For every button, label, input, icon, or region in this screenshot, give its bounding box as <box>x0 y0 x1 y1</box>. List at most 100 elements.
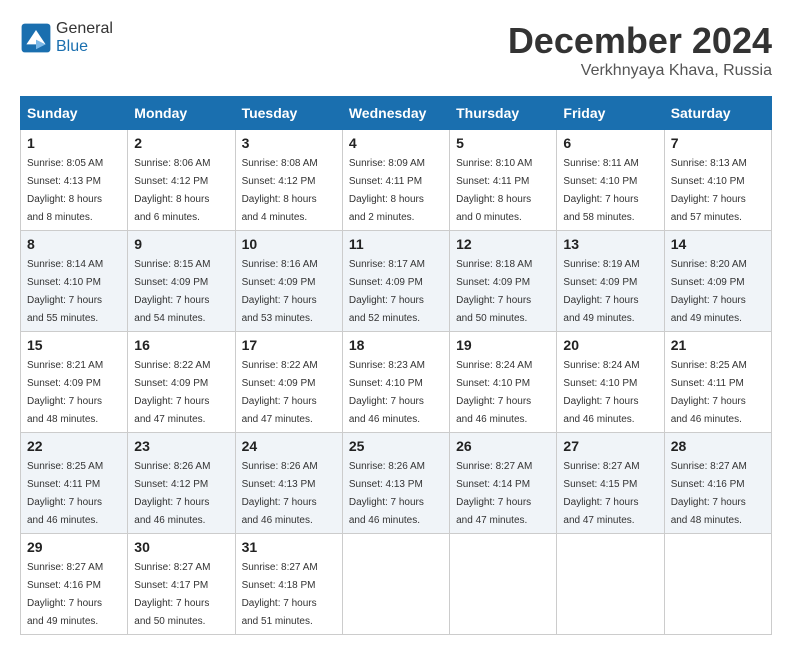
day-info: Sunrise: 8:24 AMSunset: 4:10 PMDaylight:… <box>563 360 639 425</box>
day-number: 10 <box>242 236 336 252</box>
table-row <box>450 534 557 635</box>
col-thursday: Thursday <box>450 97 557 130</box>
day-info: Sunrise: 8:17 AMSunset: 4:09 PMDaylight:… <box>349 259 425 324</box>
day-number: 7 <box>671 135 765 151</box>
table-row: 1 Sunrise: 8:05 AMSunset: 4:13 PMDayligh… <box>21 130 128 231</box>
table-row: 24 Sunrise: 8:26 AMSunset: 4:13 PMDaylig… <box>235 433 342 534</box>
table-row: 22 Sunrise: 8:25 AMSunset: 4:11 PMDaylig… <box>21 433 128 534</box>
table-row: 25 Sunrise: 8:26 AMSunset: 4:13 PMDaylig… <box>342 433 449 534</box>
table-row <box>342 534 449 635</box>
table-row: 9 Sunrise: 8:15 AMSunset: 4:09 PMDayligh… <box>128 231 235 332</box>
month-title: December 2024 <box>508 20 772 62</box>
day-info: Sunrise: 8:15 AMSunset: 4:09 PMDaylight:… <box>134 259 210 324</box>
table-row: 29 Sunrise: 8:27 AMSunset: 4:16 PMDaylig… <box>21 534 128 635</box>
page-header: General Blue December 2024 Verkhnyaya Kh… <box>20 20 772 80</box>
day-number: 3 <box>242 135 336 151</box>
day-info: Sunrise: 8:19 AMSunset: 4:09 PMDaylight:… <box>563 259 639 324</box>
calendar-week-row: 29 Sunrise: 8:27 AMSunset: 4:16 PMDaylig… <box>21 534 772 635</box>
table-row <box>557 534 664 635</box>
day-info: Sunrise: 8:26 AMSunset: 4:13 PMDaylight:… <box>242 461 318 526</box>
table-row: 12 Sunrise: 8:18 AMSunset: 4:09 PMDaylig… <box>450 231 557 332</box>
table-row: 2 Sunrise: 8:06 AMSunset: 4:12 PMDayligh… <box>128 130 235 231</box>
table-row: 28 Sunrise: 8:27 AMSunset: 4:16 PMDaylig… <box>664 433 771 534</box>
day-number: 17 <box>242 337 336 353</box>
table-row: 7 Sunrise: 8:13 AMSunset: 4:10 PMDayligh… <box>664 130 771 231</box>
day-number: 19 <box>456 337 550 353</box>
table-row: 16 Sunrise: 8:22 AMSunset: 4:09 PMDaylig… <box>128 332 235 433</box>
logo: General Blue <box>20 20 113 56</box>
col-monday: Monday <box>128 97 235 130</box>
table-row: 17 Sunrise: 8:22 AMSunset: 4:09 PMDaylig… <box>235 332 342 433</box>
day-number: 15 <box>27 337 121 353</box>
day-number: 23 <box>134 438 228 454</box>
day-info: Sunrise: 8:10 AMSunset: 4:11 PMDaylight:… <box>456 158 532 223</box>
day-info: Sunrise: 8:11 AMSunset: 4:10 PMDaylight:… <box>563 158 638 223</box>
col-wednesday: Wednesday <box>342 97 449 130</box>
day-info: Sunrise: 8:27 AMSunset: 4:14 PMDaylight:… <box>456 461 532 526</box>
table-row: 31 Sunrise: 8:27 AMSunset: 4:18 PMDaylig… <box>235 534 342 635</box>
day-number: 6 <box>563 135 657 151</box>
table-row: 19 Sunrise: 8:24 AMSunset: 4:10 PMDaylig… <box>450 332 557 433</box>
day-number: 25 <box>349 438 443 454</box>
day-number: 18 <box>349 337 443 353</box>
day-number: 4 <box>349 135 443 151</box>
table-row: 20 Sunrise: 8:24 AMSunset: 4:10 PMDaylig… <box>557 332 664 433</box>
day-info: Sunrise: 8:27 AMSunset: 4:15 PMDaylight:… <box>563 461 639 526</box>
day-info: Sunrise: 8:05 AMSunset: 4:13 PMDaylight:… <box>27 158 103 223</box>
day-info: Sunrise: 8:18 AMSunset: 4:09 PMDaylight:… <box>456 259 532 324</box>
day-info: Sunrise: 8:25 AMSunset: 4:11 PMDaylight:… <box>671 360 747 425</box>
location-text: Verkhnyaya Khava, Russia <box>508 62 772 80</box>
day-number: 28 <box>671 438 765 454</box>
day-number: 31 <box>242 539 336 555</box>
col-saturday: Saturday <box>664 97 771 130</box>
table-row <box>664 534 771 635</box>
day-info: Sunrise: 8:22 AMSunset: 4:09 PMDaylight:… <box>134 360 210 425</box>
day-number: 11 <box>349 236 443 252</box>
day-info: Sunrise: 8:23 AMSunset: 4:10 PMDaylight:… <box>349 360 425 425</box>
table-row: 13 Sunrise: 8:19 AMSunset: 4:09 PMDaylig… <box>557 231 664 332</box>
day-number: 16 <box>134 337 228 353</box>
day-number: 21 <box>671 337 765 353</box>
calendar-week-row: 22 Sunrise: 8:25 AMSunset: 4:11 PMDaylig… <box>21 433 772 534</box>
logo-blue-text: Blue <box>56 38 88 55</box>
day-number: 13 <box>563 236 657 252</box>
day-info: Sunrise: 8:27 AMSunset: 4:17 PMDaylight:… <box>134 562 210 627</box>
day-info: Sunrise: 8:06 AMSunset: 4:12 PMDaylight:… <box>134 158 210 223</box>
day-info: Sunrise: 8:27 AMSunset: 4:18 PMDaylight:… <box>242 562 318 627</box>
day-info: Sunrise: 8:14 AMSunset: 4:10 PMDaylight:… <box>27 259 103 324</box>
day-number: 5 <box>456 135 550 151</box>
table-row: 18 Sunrise: 8:23 AMSunset: 4:10 PMDaylig… <box>342 332 449 433</box>
table-row: 10 Sunrise: 8:16 AMSunset: 4:09 PMDaylig… <box>235 231 342 332</box>
day-info: Sunrise: 8:27 AMSunset: 4:16 PMDaylight:… <box>671 461 747 526</box>
day-number: 26 <box>456 438 550 454</box>
table-row: 14 Sunrise: 8:20 AMSunset: 4:09 PMDaylig… <box>664 231 771 332</box>
day-info: Sunrise: 8:26 AMSunset: 4:12 PMDaylight:… <box>134 461 210 526</box>
day-number: 14 <box>671 236 765 252</box>
table-row: 8 Sunrise: 8:14 AMSunset: 4:10 PMDayligh… <box>21 231 128 332</box>
day-info: Sunrise: 8:09 AMSunset: 4:11 PMDaylight:… <box>349 158 425 223</box>
day-info: Sunrise: 8:21 AMSunset: 4:09 PMDaylight:… <box>27 360 103 425</box>
table-row: 4 Sunrise: 8:09 AMSunset: 4:11 PMDayligh… <box>342 130 449 231</box>
table-row: 3 Sunrise: 8:08 AMSunset: 4:12 PMDayligh… <box>235 130 342 231</box>
day-info: Sunrise: 8:20 AMSunset: 4:09 PMDaylight:… <box>671 259 747 324</box>
table-row: 5 Sunrise: 8:10 AMSunset: 4:11 PMDayligh… <box>450 130 557 231</box>
day-number: 12 <box>456 236 550 252</box>
col-sunday: Sunday <box>21 97 128 130</box>
table-row: 30 Sunrise: 8:27 AMSunset: 4:17 PMDaylig… <box>128 534 235 635</box>
calendar-week-row: 1 Sunrise: 8:05 AMSunset: 4:13 PMDayligh… <box>21 130 772 231</box>
table-row: 23 Sunrise: 8:26 AMSunset: 4:12 PMDaylig… <box>128 433 235 534</box>
day-info: Sunrise: 8:24 AMSunset: 4:10 PMDaylight:… <box>456 360 532 425</box>
logo-icon <box>20 22 52 54</box>
day-info: Sunrise: 8:08 AMSunset: 4:12 PMDaylight:… <box>242 158 318 223</box>
table-row: 21 Sunrise: 8:25 AMSunset: 4:11 PMDaylig… <box>664 332 771 433</box>
day-number: 29 <box>27 539 121 555</box>
day-info: Sunrise: 8:27 AMSunset: 4:16 PMDaylight:… <box>27 562 103 627</box>
calendar-week-row: 15 Sunrise: 8:21 AMSunset: 4:09 PMDaylig… <box>21 332 772 433</box>
day-info: Sunrise: 8:16 AMSunset: 4:09 PMDaylight:… <box>242 259 318 324</box>
table-row: 15 Sunrise: 8:21 AMSunset: 4:09 PMDaylig… <box>21 332 128 433</box>
day-number: 1 <box>27 135 121 151</box>
calendar-table: Sunday Monday Tuesday Wednesday Thursday… <box>20 96 772 635</box>
day-number: 30 <box>134 539 228 555</box>
table-row: 26 Sunrise: 8:27 AMSunset: 4:14 PMDaylig… <box>450 433 557 534</box>
day-number: 8 <box>27 236 121 252</box>
